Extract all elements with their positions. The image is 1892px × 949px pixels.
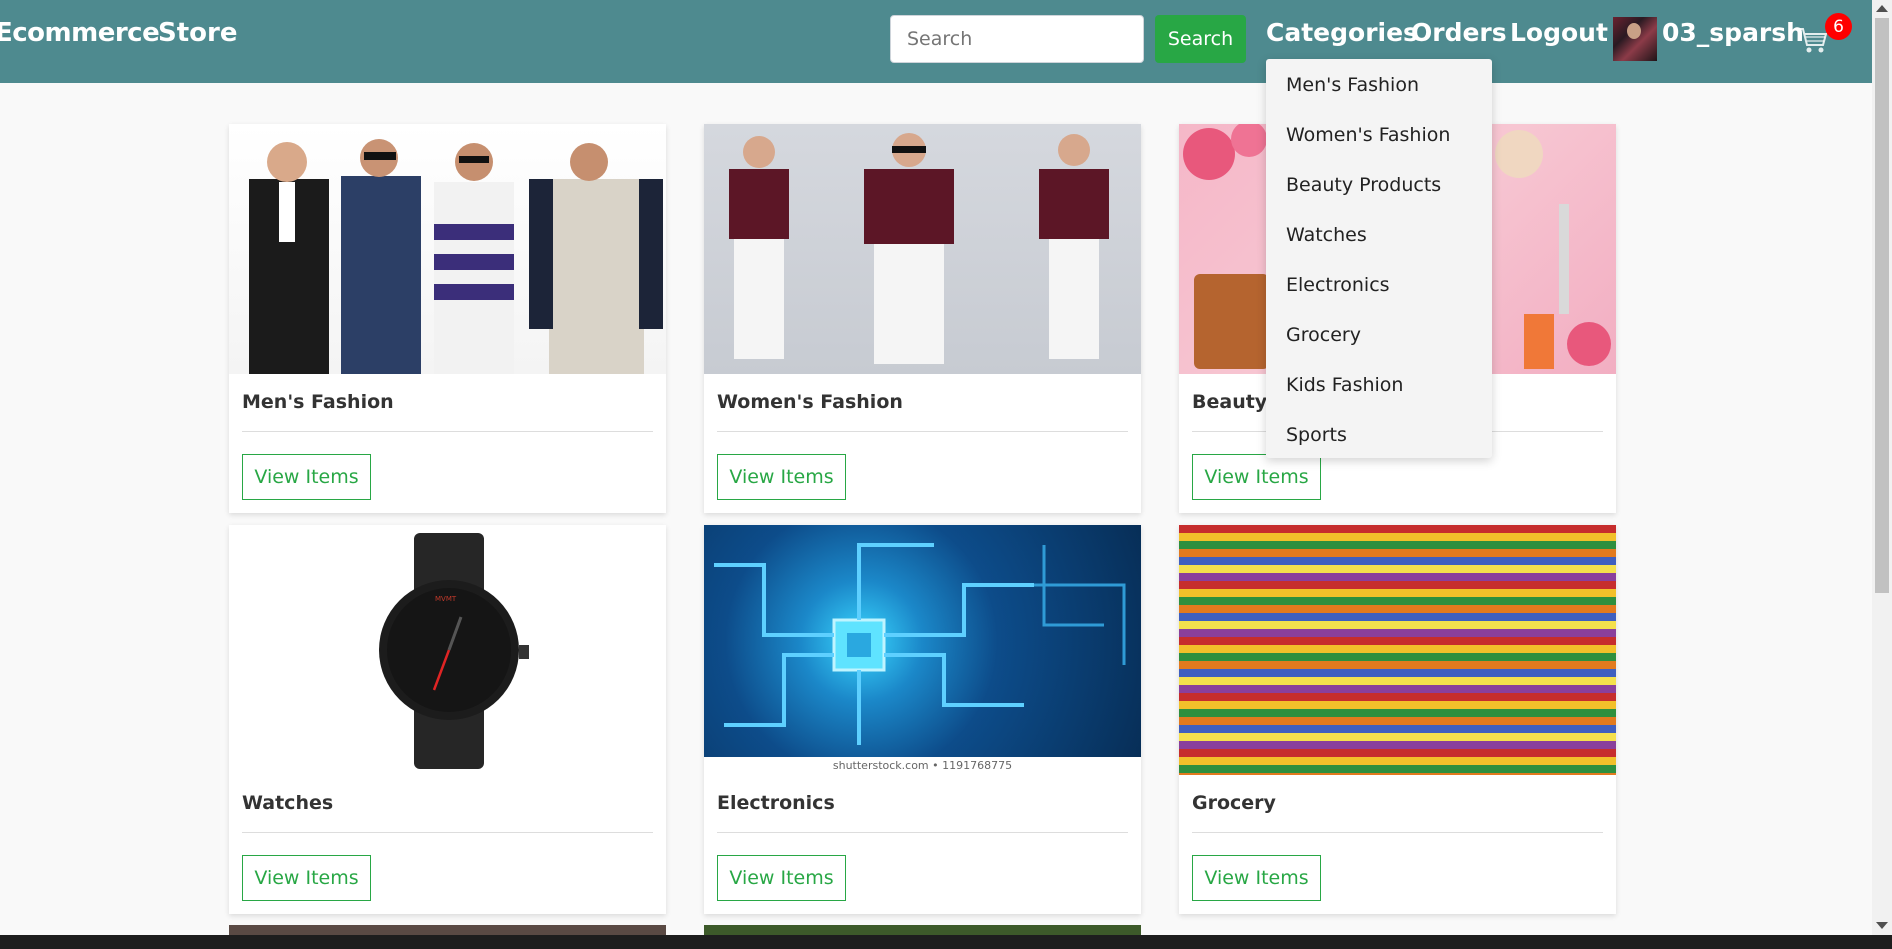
nav-logout-link[interactable]: Logout — [1510, 18, 1608, 47]
category-card-partial — [229, 925, 666, 935]
view-items-button[interactable]: View Items — [1192, 855, 1321, 901]
watches-image: MVMT — [229, 525, 666, 775]
dropdown-item-kids-fashion[interactable]: Kids Fashion — [1286, 374, 1403, 396]
dropdown-item-watches[interactable]: Watches — [1286, 224, 1367, 246]
category-card-watches: MVMT Watches View Items — [229, 525, 666, 914]
image-watermark: shutterstock.com • 1191768775 — [832, 759, 1013, 772]
card-title: Grocery — [1192, 792, 1276, 814]
brand-link[interactable]: Ecommerce — [0, 18, 160, 48]
avatar[interactable] — [1613, 17, 1657, 61]
card-title: Electronics — [717, 792, 835, 814]
card-divider — [717, 431, 1128, 432]
view-items-button[interactable]: View Items — [717, 855, 846, 901]
dropdown-item-womens-fashion[interactable]: Women's Fashion — [1286, 124, 1450, 146]
view-items-button[interactable]: View Items — [1192, 454, 1321, 500]
card-divider — [1192, 832, 1603, 833]
navbar: Ecommerce Store Search Categories Orders… — [0, 0, 1872, 83]
womens-fashion-image — [704, 124, 1141, 374]
nav-categories-link[interactable]: Categories — [1266, 18, 1418, 47]
card-title: Watches — [242, 792, 334, 814]
card-title: Women's Fashion — [717, 391, 903, 413]
category-card-mens: Men's Fashion View Items — [229, 124, 666, 513]
card-divider — [242, 431, 653, 432]
dropdown-item-sports[interactable]: Sports — [1286, 424, 1347, 446]
scroll-down-arrow-icon[interactable] — [1876, 922, 1888, 929]
dropdown-item-grocery[interactable]: Grocery — [1286, 324, 1361, 346]
electronics-image: shutterstock.com • 1191768775 — [704, 525, 1141, 775]
mens-fashion-image — [229, 124, 666, 374]
username-link[interactable]: 03_sparsh — [1662, 18, 1804, 47]
category-card-grocery: Grocery View Items — [1179, 525, 1616, 914]
dropdown-item-electronics[interactable]: Electronics — [1286, 274, 1390, 296]
view-items-button[interactable]: View Items — [242, 454, 371, 500]
nav-store-link[interactable]: Store — [158, 18, 237, 48]
cart-icon[interactable] — [1797, 26, 1829, 56]
svg-text:MVMT: MVMT — [435, 595, 457, 603]
nav-orders-link[interactable]: Orders — [1411, 18, 1507, 47]
grocery-image — [1179, 525, 1616, 775]
category-card-electronics: shutterstock.com • 1191768775 Electronic… — [704, 525, 1141, 914]
search-input[interactable] — [890, 15, 1144, 63]
scroll-up-arrow-icon[interactable] — [1876, 5, 1888, 12]
os-taskbar — [0, 935, 1892, 949]
scrollbar-thumb[interactable] — [1875, 18, 1889, 593]
category-card-womens: Women's Fashion View Items — [704, 124, 1141, 513]
card-divider — [717, 832, 1128, 833]
card-divider — [242, 832, 653, 833]
category-card-partial — [704, 925, 1141, 935]
view-items-button[interactable]: View Items — [242, 855, 371, 901]
dropdown-item-beauty-products[interactable]: Beauty Products — [1286, 174, 1441, 196]
search-button[interactable]: Search — [1155, 15, 1246, 63]
dropdown-item-mens-fashion[interactable]: Men's Fashion — [1286, 74, 1419, 96]
categories-dropdown-menu: Men's Fashion Women's Fashion Beauty Pro… — [1266, 59, 1492, 458]
view-items-button[interactable]: View Items — [717, 454, 846, 500]
card-title: Men's Fashion — [242, 391, 394, 413]
cart-count-badge: 6 — [1825, 13, 1852, 40]
